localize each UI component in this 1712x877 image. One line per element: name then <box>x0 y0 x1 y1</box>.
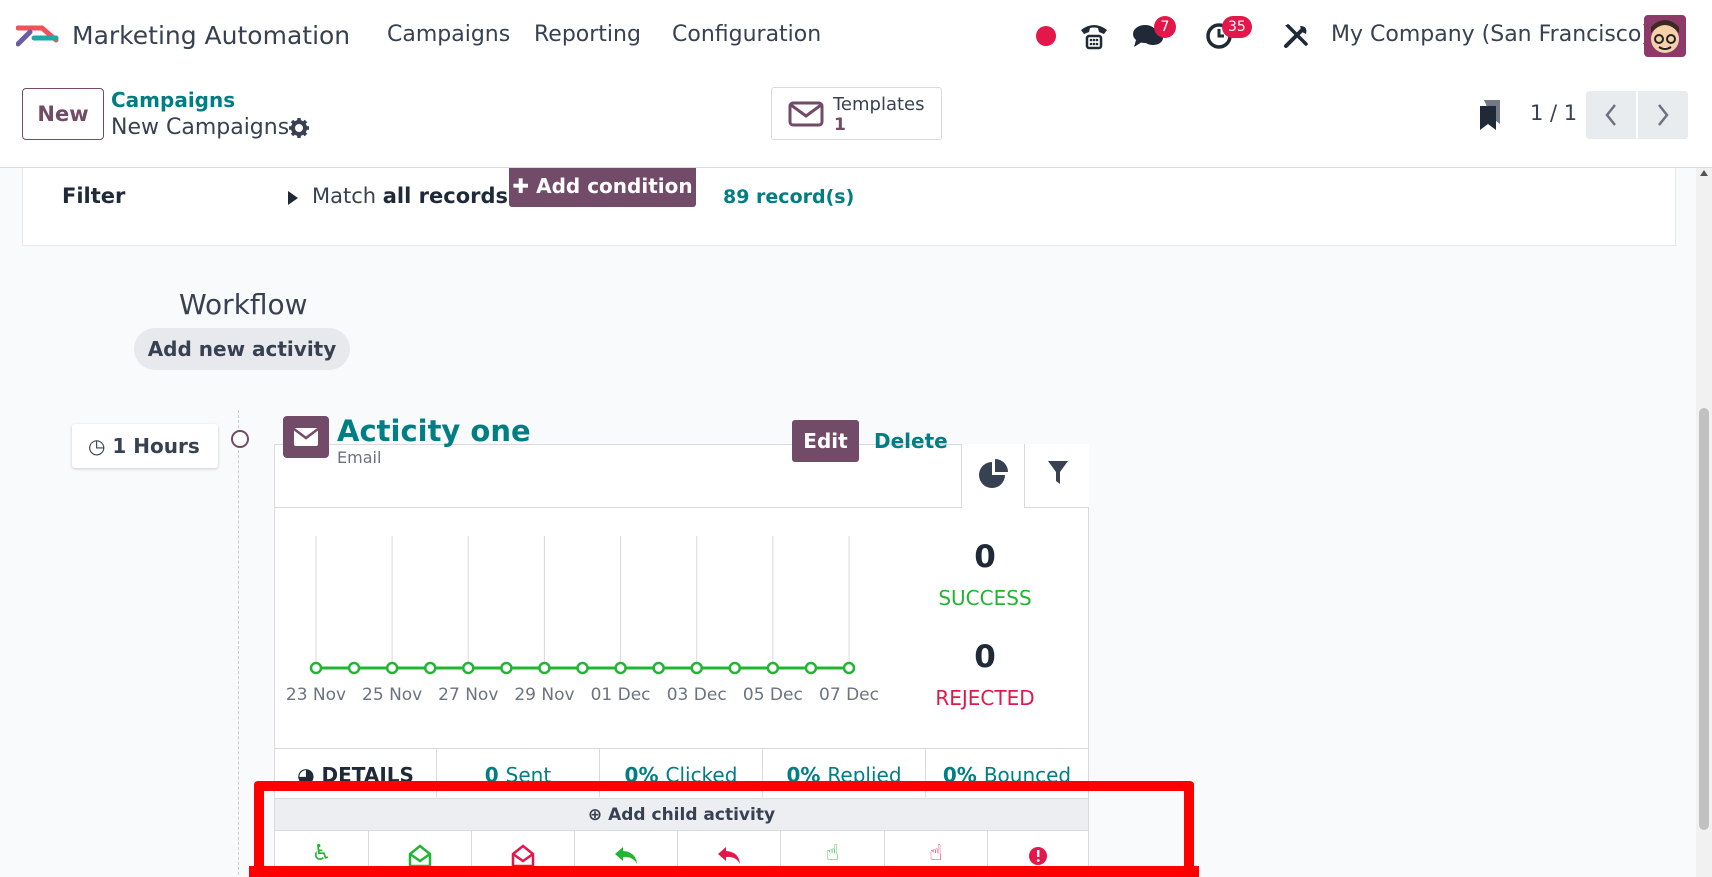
chart-point[interactable] <box>385 661 399 675</box>
workflow-title: Workflow <box>179 288 308 321</box>
activity-type: Email <box>337 448 382 467</box>
recording-dot-icon[interactable] <box>1036 26 1056 46</box>
rejected-value: 0 <box>974 639 996 675</box>
edit-button[interactable]: Edit <box>792 420 859 462</box>
timeline-node <box>231 430 249 448</box>
chart-point[interactable] <box>576 661 589 675</box>
highlight-annotation <box>254 781 1194 877</box>
success-value: 0 <box>974 539 996 575</box>
chart-point[interactable] <box>614 661 627 675</box>
vertical-scrollbar[interactable] <box>1696 168 1712 877</box>
chart-point[interactable] <box>690 661 703 675</box>
clock-icon: ◷ <box>88 434 106 458</box>
funnel-icon <box>1048 461 1068 484</box>
add-new-activity-button[interactable]: Add new activity <box>134 328 350 370</box>
scroll-up-arrow[interactable] <box>1700 170 1708 176</box>
interval-badge: ◷ 1 Hours <box>72 424 218 468</box>
chart-point[interactable] <box>842 661 856 675</box>
chart-point[interactable] <box>462 661 475 675</box>
chart-point[interactable] <box>347 661 361 675</box>
breadcrumb-parent[interactable]: Campaigns <box>111 88 235 112</box>
gear-icon[interactable] <box>288 117 310 139</box>
templates-count: 1 <box>834 115 846 135</box>
phone-icon[interactable] <box>1078 20 1110 52</box>
graph-tab[interactable] <box>961 444 1024 508</box>
match-prefix: Match <box>312 184 377 208</box>
activities-badge: 35 <box>1222 16 1252 38</box>
activity-type-envelope-icon <box>283 416 329 458</box>
company-switcher[interactable]: My Company (San Francisco) <box>1331 22 1650 47</box>
chart-tick-label: 01 Dec <box>591 685 651 705</box>
success-label: SUCCESS <box>938 586 1032 610</box>
add-condition-button[interactable]: ✚ Add condition <box>509 168 696 207</box>
templates-smart-button[interactable]: Templates 1 <box>771 87 942 140</box>
match-text: Match all records <box>312 184 508 208</box>
breadcrumb-current: New Campaigns <box>111 115 290 140</box>
menu-reporting[interactable]: Reporting <box>534 22 641 47</box>
chart-point[interactable] <box>766 661 780 675</box>
menu-campaigns[interactable]: Campaigns <box>387 22 510 47</box>
chart-tick-label: 07 Dec <box>819 685 879 705</box>
chart-tick-label: 23 Nov <box>286 685 346 705</box>
envelope-icon <box>788 101 824 127</box>
chart-point[interactable] <box>804 661 818 675</box>
highlight-annotation-bottom <box>249 866 1199 877</box>
delete-button[interactable]: Delete <box>874 429 948 453</box>
chart-tick-label: 05 Dec <box>743 685 803 705</box>
pie-chart-icon <box>979 459 1008 488</box>
pager-next-button[interactable] <box>1638 91 1688 139</box>
chart-point[interactable] <box>500 661 513 675</box>
match-scope[interactable]: all records <box>383 184 508 208</box>
plus-icon: ✚ <box>512 174 537 198</box>
rejected-label: REJECTED <box>935 686 1035 710</box>
filter-label: Filter <box>62 184 126 208</box>
tools-icon[interactable] <box>1282 22 1310 50</box>
activity-chart: 23 Nov 25 Nov 27 Nov 29 Nov 01 Dec 03 Dec 05 D… <box>286 536 879 705</box>
menu-configuration[interactable]: Configuration <box>672 22 821 47</box>
form-sheet: Filter Match all records ✚ Add condition… <box>0 168 1696 877</box>
messages-badge: 7 <box>1154 16 1176 38</box>
chart-point[interactable] <box>538 661 551 675</box>
pager-previous-button[interactable] <box>1586 91 1636 139</box>
chart-point[interactable] <box>652 661 665 675</box>
chart-tick-label: 29 Nov <box>514 685 574 705</box>
interval-value: 1 Hours <box>112 434 200 458</box>
app-logo-icon[interactable] <box>15 22 60 50</box>
caret-right-icon[interactable] <box>287 190 299 206</box>
add-condition-label: Add condition <box>536 174 693 198</box>
chart-point[interactable] <box>309 661 323 675</box>
app-title[interactable]: Marketing Automation <box>72 21 350 50</box>
scrollbar-thumb[interactable] <box>1699 408 1709 830</box>
templates-label: Templates <box>833 94 925 115</box>
filter-tab[interactable] <box>1024 444 1089 508</box>
chart-point[interactable] <box>423 661 437 675</box>
records-count-link[interactable]: 89 record(s) <box>723 186 854 208</box>
chart-tick-label: 27 Nov <box>438 685 498 705</box>
chart-tick-label: 03 Dec <box>667 685 727 705</box>
user-avatar[interactable] <box>1644 15 1686 57</box>
new-button[interactable]: New <box>22 88 104 140</box>
top-navbar: Marketing Automation Campaigns Reporting… <box>0 0 1712 72</box>
chart-point[interactable] <box>728 661 742 675</box>
activity-name[interactable]: Acticity one <box>337 414 531 448</box>
timeline-line <box>238 410 239 877</box>
pager-value[interactable]: 1 / 1 <box>1530 101 1577 125</box>
bookmark-icon[interactable] <box>1478 100 1502 130</box>
chart-tick-label: 25 Nov <box>362 685 422 705</box>
